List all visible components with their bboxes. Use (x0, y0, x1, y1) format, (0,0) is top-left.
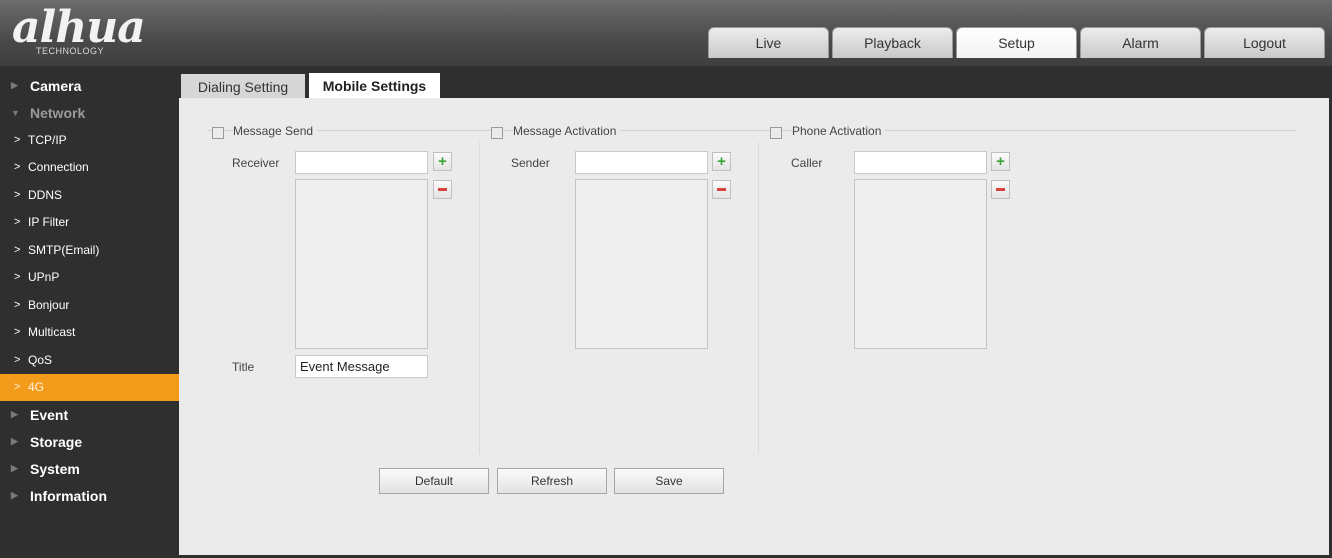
minus-icon (438, 188, 447, 191)
chevron-right-icon: > (14, 243, 21, 256)
triangle-right-icon: ▶ (11, 80, 18, 90)
triangle-right-icon: ▶ (11, 409, 18, 419)
chevron-right-icon: > (14, 271, 21, 284)
sidebar-item-label: UPnP (28, 270, 60, 285)
receiver-list[interactable] (295, 179, 428, 349)
sidebar-item-tcpip[interactable]: > TCP/IP (0, 126, 179, 154)
triangle-down-icon: ▼ (11, 107, 20, 118)
sidebar: ▶ Camera ▼ Network > TCP/IP > Connection… (0, 66, 179, 558)
phone-activation-label: Phone Activation (792, 124, 886, 138)
sidebar-item-4g[interactable]: > 4G (0, 373, 179, 401)
sidebar-item-label: QoS (28, 352, 53, 367)
sidebar-section-system[interactable]: ▶ System (0, 455, 179, 482)
sidebar-item-bonjour[interactable]: > Bonjour (0, 291, 179, 319)
minus-icon (717, 188, 726, 191)
sidebar-item-ip-filter[interactable]: > IP Filter (0, 209, 179, 237)
add-caller-button[interactable]: + (991, 152, 1010, 171)
save-button[interactable]: Save (614, 468, 724, 494)
nav-tab-playback[interactable]: Playback (832, 27, 953, 58)
message-activation-checkbox[interactable] (491, 127, 503, 139)
sidebar-section-label: Storage (30, 433, 83, 450)
sidebar-section-label: Event (30, 406, 69, 423)
sidebar-section-network[interactable]: ▼ Network (0, 99, 179, 126)
chevron-right-icon: > (14, 298, 21, 311)
sidebar-item-label: SMTP(Email) (28, 242, 100, 257)
add-receiver-button[interactable]: + (433, 152, 452, 171)
triangle-right-icon: ▶ (11, 463, 18, 473)
tab-dialing-setting[interactable]: Dialing Setting (181, 74, 305, 99)
title-input[interactable] (295, 355, 428, 378)
nav-tab-alarm[interactable]: Alarm (1080, 27, 1201, 58)
sidebar-item-ddns[interactable]: > DDNS (0, 181, 179, 209)
refresh-button[interactable]: Refresh (497, 468, 607, 494)
sidebar-item-label: 4G (28, 380, 45, 395)
sender-list[interactable] (575, 179, 708, 349)
triangle-right-icon: ▶ (11, 490, 18, 500)
sender-input[interactable] (575, 151, 708, 174)
sidebar-item-label: Connection (28, 160, 89, 175)
sidebar-item-label: Multicast (28, 325, 76, 340)
top-header: alhua TECHNOLOGY Live Playback Setup Ala… (0, 0, 1332, 66)
chevron-right-icon: > (14, 216, 21, 229)
caller-list[interactable] (854, 179, 987, 349)
add-sender-button[interactable]: + (712, 152, 731, 171)
tab-mobile-settings[interactable]: Mobile Settings (309, 73, 440, 99)
chevron-right-icon: > (14, 326, 21, 339)
message-activation-label: Message Activation (513, 124, 621, 138)
column-divider (758, 142, 759, 454)
phone-activation-checkbox[interactable] (770, 127, 782, 139)
dahua-logo: alhua TECHNOLOGY (12, 2, 172, 58)
receiver-label: Receiver (232, 156, 280, 170)
sidebar-item-connection[interactable]: > Connection (0, 154, 179, 182)
sidebar-section-storage[interactable]: ▶ Storage (0, 428, 179, 455)
logo-subtext: TECHNOLOGY (36, 46, 105, 56)
chevron-right-icon: > (14, 381, 21, 394)
triangle-right-icon: ▶ (11, 436, 18, 446)
sidebar-section-camera[interactable]: ▶ Camera (0, 72, 179, 99)
sidebar-item-label: IP Filter (28, 215, 70, 230)
sidebar-item-label: Bonjour (28, 297, 70, 312)
plus-icon: + (996, 153, 1005, 170)
chevron-right-icon: > (14, 161, 21, 174)
nav-tab-live[interactable]: Live (708, 27, 829, 58)
plus-icon: + (717, 153, 726, 170)
caller-label: Caller (791, 156, 823, 170)
sidebar-item-qos[interactable]: > QoS (0, 346, 179, 374)
sidebar-section-label: Information (30, 487, 107, 504)
sidebar-section-information[interactable]: ▶ Information (0, 482, 179, 509)
sidebar-item-multicast[interactable]: > Multicast (0, 319, 179, 347)
caller-input[interactable] (854, 151, 987, 174)
sidebar-item-label: DDNS (28, 187, 63, 202)
remove-receiver-button[interactable] (433, 180, 452, 199)
main-nav: Live Playback Setup Alarm Logout (705, 27, 1325, 58)
chevron-right-icon: > (14, 353, 21, 366)
default-button[interactable]: Default (379, 468, 489, 494)
column-divider (479, 142, 480, 454)
sidebar-section-label: Camera (30, 77, 82, 94)
remove-caller-button[interactable] (991, 180, 1010, 199)
sidebar-section-label: System (30, 460, 80, 477)
title-label: Title (232, 360, 255, 374)
nav-tab-setup[interactable]: Setup (956, 27, 1077, 58)
message-send-checkbox[interactable] (212, 127, 224, 139)
minus-icon (996, 188, 1005, 191)
chevron-right-icon: > (14, 133, 21, 146)
nav-tab-logout[interactable]: Logout (1204, 27, 1325, 58)
group-divider (208, 130, 1296, 131)
plus-icon: + (438, 153, 447, 170)
sidebar-item-label: TCP/IP (28, 132, 67, 147)
sender-label: Sender (511, 156, 550, 170)
sidebar-section-label: Network (30, 104, 86, 121)
receiver-input[interactable] (295, 151, 428, 174)
message-send-label: Message Send (233, 124, 318, 138)
sidebar-item-upnp[interactable]: > UPnP (0, 264, 179, 292)
sidebar-item-smtp[interactable]: > SMTP(Email) (0, 236, 179, 264)
remove-sender-button[interactable] (712, 180, 731, 199)
chevron-right-icon: > (14, 188, 21, 201)
sidebar-section-event[interactable]: ▶ Event (0, 401, 179, 428)
